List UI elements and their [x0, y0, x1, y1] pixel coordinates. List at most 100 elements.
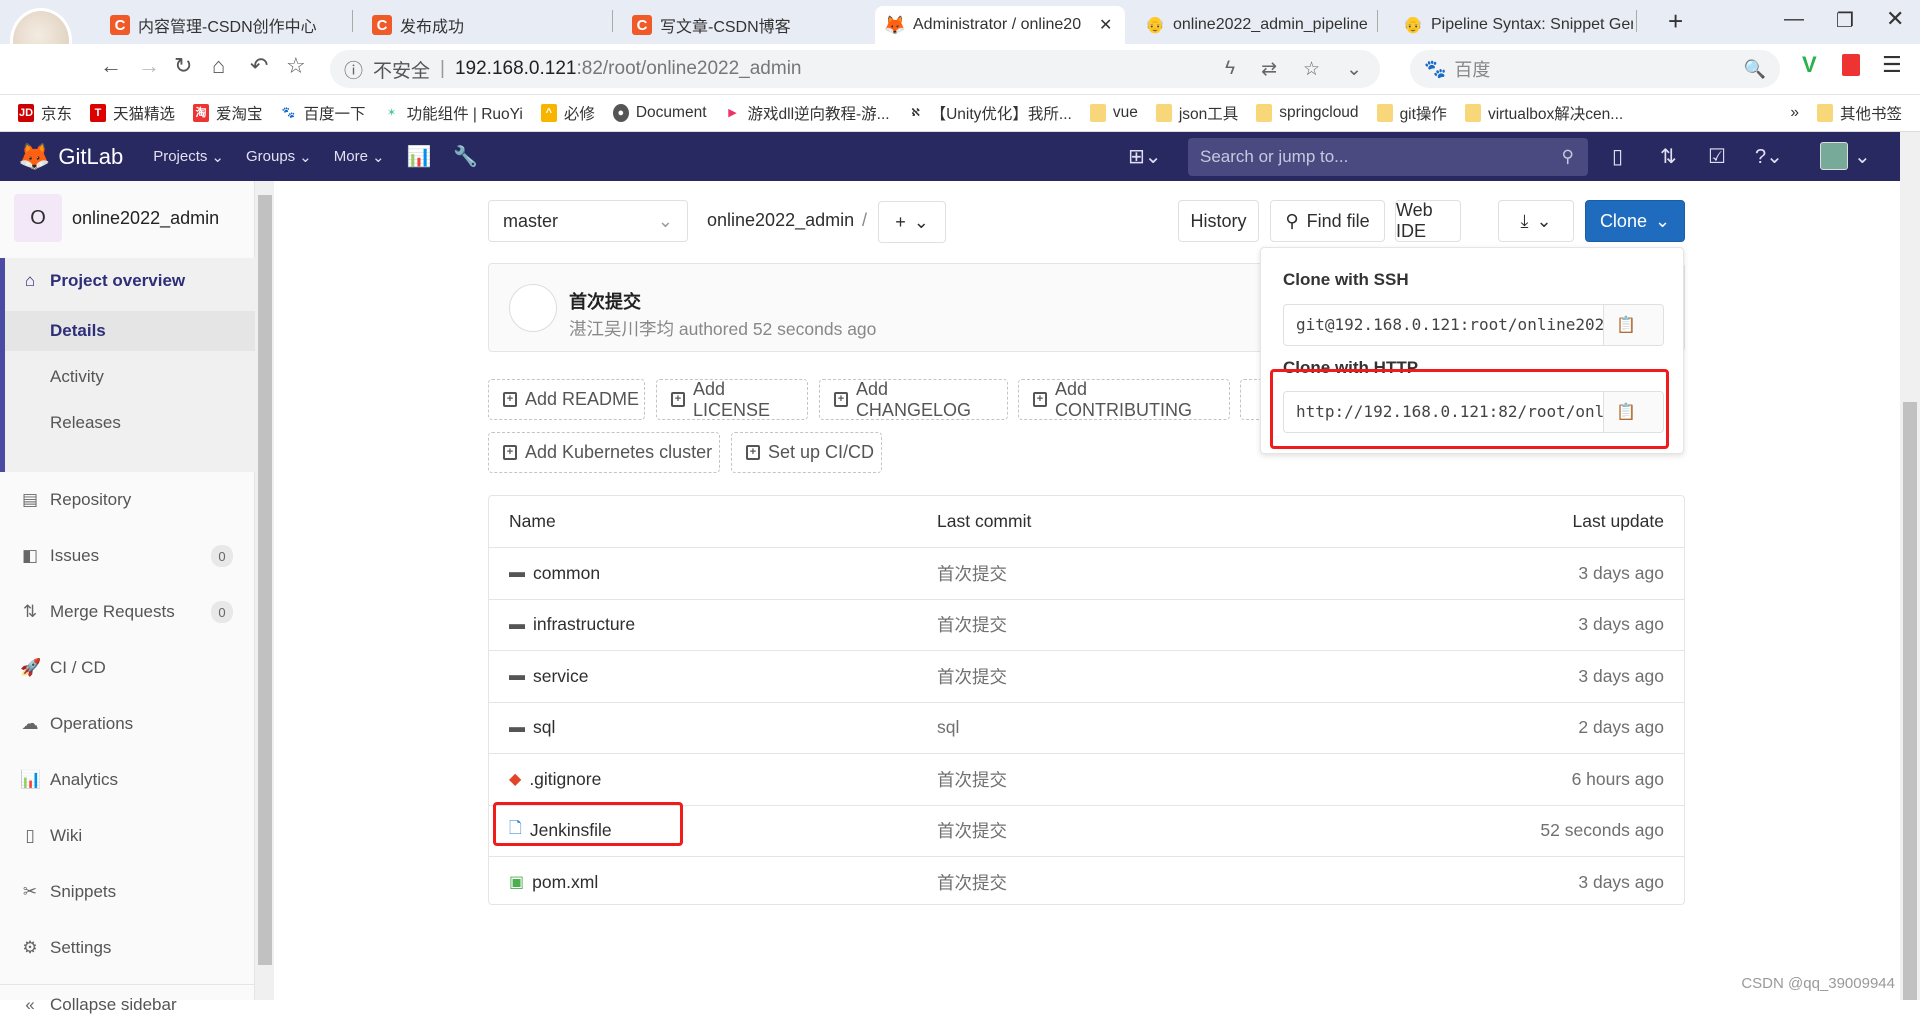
browser-tab[interactable]: C 写文章-CSDN博客 — [622, 6, 872, 44]
sidebar-item-analytics[interactable]: 📊 Analytics — [0, 757, 255, 803]
bookmark-folder[interactable]: springcloud — [1256, 104, 1359, 122]
bookmark[interactable]: 淘爱淘宝 — [193, 102, 263, 124]
bookmark[interactable]: ▶ 游戏dll逆向教程-游... — [724, 102, 890, 124]
undo-icon[interactable]: ↶ — [250, 53, 268, 79]
gitlab-search-input[interactable]: Search or jump to... ⚲ — [1188, 138, 1588, 176]
close-tab-icon[interactable]: ✕ — [1099, 15, 1112, 35]
more-bookmarks-icon[interactable]: » — [1790, 104, 1799, 122]
project-avatar[interactable]: O — [14, 194, 62, 242]
add-license-button[interactable]: + Add LICENSE — [656, 379, 808, 420]
history-button[interactable]: History — [1178, 200, 1259, 242]
star-icon[interactable]: ☆ — [286, 53, 306, 79]
bookmark[interactable]: ^ 必修 — [540, 102, 595, 124]
bookmark[interactable]: 🐾 百度一下 — [280, 102, 366, 124]
file-name-link[interactable]: ▬ sql — [509, 717, 555, 738]
issues-icon[interactable]: ▯ — [1612, 144, 1623, 169]
bookmark[interactable]: ✶ 功能组件 | RuoYi — [383, 102, 523, 124]
back-icon[interactable]: ← — [100, 53, 122, 79]
bookmark-folder[interactable]: git操作 — [1376, 102, 1447, 124]
help-icon[interactable]: ?⌄ — [1755, 144, 1783, 169]
bookmark-folder[interactable]: vue — [1089, 104, 1138, 122]
branch-select[interactable]: master ⌄ — [488, 200, 688, 242]
table-row[interactable]: ▬ service 首次提交 3 days ago — [489, 650, 1684, 701]
bookmark[interactable]: ℵ 【Unity优化】我所... — [907, 102, 1072, 124]
search-icon[interactable]: 🔍 — [1744, 59, 1780, 80]
sidebar-item-settings[interactable]: ⚙ Settings — [0, 925, 255, 971]
bookmark[interactable]: T 天猫精选 — [90, 102, 175, 124]
browser-tab[interactable]: 👴 online2022_admin_pipeline — [1135, 6, 1375, 44]
table-row[interactable]: ▬ common 首次提交 3 days ago — [489, 547, 1684, 598]
file-name-link[interactable]: ◆ .gitignore — [509, 769, 601, 790]
nav-groups[interactable]: Groups ⌄ — [246, 148, 312, 166]
translate-icon[interactable]: ⇄ — [1261, 58, 1277, 81]
table-row[interactable]: ▣ pom.xml 首次提交 3 days ago — [489, 856, 1684, 907]
clone-button[interactable]: Clone ⌄ — [1585, 200, 1685, 242]
add-kubernetes-cluster-button[interactable]: + Add Kubernetes cluster — [488, 432, 720, 473]
bookmark[interactable]: JD 京东 — [18, 102, 72, 124]
close-window-icon[interactable]: ✕ — [1886, 6, 1904, 32]
gitlab-logo-icon[interactable]: 🦊 — [18, 141, 50, 172]
download-dropdown[interactable]: ⤓ ⌄ — [1498, 200, 1574, 242]
web-ide-button[interactable]: Web IDE — [1395, 200, 1461, 242]
last-commit-link[interactable]: sql — [937, 717, 959, 738]
setup-ci-cd-button[interactable]: + Set up CI/CD — [731, 432, 882, 473]
wrench-icon[interactable]: 🔧 — [453, 144, 478, 169]
collapse-sidebar-button[interactable]: «Collapse sidebar — [0, 984, 255, 1024]
sidebar-item-project-overview[interactable]: ⌂ Project overview — [0, 258, 255, 304]
other-bookmarks[interactable]: 其他书签 — [1816, 102, 1920, 124]
chevron-down-icon[interactable]: ⌄ — [1854, 144, 1871, 169]
menu-icon[interactable]: ☰ — [1882, 52, 1902, 78]
url-field[interactable]: ⓘ 不安全 | 192.168.0.121:82/root/online2022… — [330, 50, 1380, 88]
user-avatar[interactable] — [1820, 142, 1848, 170]
merge-requests-icon[interactable]: ⇅ — [1660, 144, 1677, 169]
bookmark[interactable]: ● Document — [612, 104, 707, 122]
home-icon[interactable]: ⌂ — [212, 53, 225, 79]
last-commit-link[interactable]: 首次提交 — [937, 870, 1007, 895]
vue-devtools-icon[interactable]: V — [1802, 52, 1817, 78]
pdf-icon[interactable] — [1842, 54, 1860, 76]
find-file-button[interactable]: ⚲ Find file — [1270, 200, 1385, 242]
file-name-link[interactable]: ▬ common — [509, 563, 600, 584]
nav-more[interactable]: More ⌄ — [334, 148, 385, 166]
sidebar-item-details[interactable]: Details — [5, 311, 255, 351]
browser-tab[interactable]: C 发布成功 — [362, 6, 612, 44]
add-readme-button[interactable]: + Add README — [488, 379, 645, 420]
last-commit-link[interactable]: 首次提交 — [937, 664, 1007, 689]
sidebar-item-snippets[interactable]: ✂ Snippets — [0, 869, 255, 915]
sidebar-item-activity[interactable]: Activity — [0, 357, 255, 397]
sidebar-item-releases[interactable]: Releases — [0, 403, 255, 443]
last-commit-link[interactable]: 首次提交 — [937, 612, 1007, 637]
sidebar-item-repository[interactable]: ▤ Repository — [0, 477, 255, 523]
last-commit-link[interactable]: 首次提交 — [937, 818, 1007, 843]
commit-author[interactable]: 湛江吴川李均 — [569, 319, 674, 339]
repo-path-breadcrumb[interactable]: online2022_admin — [707, 210, 854, 231]
browser-search-input[interactable]: 🐾 百度 🔍 — [1410, 50, 1780, 88]
file-name-link[interactable]: ▬ infrastructure — [509, 614, 635, 635]
new-tab-icon[interactable]: + — [1668, 6, 1683, 37]
add-contributing-button[interactable]: + Add CONTRIBUTING — [1018, 379, 1230, 420]
commit-title[interactable]: 首次提交 — [569, 288, 641, 314]
table-row[interactable]: ▬ infrastructure 首次提交 3 days ago — [489, 598, 1684, 650]
sidebar-item-merge-requests[interactable]: ⇅ Merge Requests 0 — [0, 589, 255, 635]
todos-icon[interactable]: ☑ — [1708, 144, 1726, 169]
sidebar-item-operations[interactable]: ☁ Operations — [0, 701, 255, 747]
last-commit-link[interactable]: 首次提交 — [937, 561, 1007, 586]
sidebar-scrollbar-thumb[interactable] — [258, 195, 272, 965]
chevron-down-icon[interactable]: ⌄ — [1346, 58, 1362, 81]
bookmark-star-icon[interactable]: ☆ — [1303, 58, 1320, 81]
file-name-link[interactable]: ▬ service — [509, 666, 588, 687]
add-changelog-button[interactable]: + Add CHANGELOG — [819, 379, 1008, 420]
new-item-icon[interactable]: ⊞⌄ — [1128, 144, 1162, 169]
nav-projects[interactable]: Projects ⌄ — [153, 148, 224, 166]
restore-icon[interactable]: ❐ — [1836, 8, 1854, 33]
browser-tab[interactable]: 👴 Pipeline Syntax: Snippet Gen — [1393, 6, 1633, 44]
minimize-icon[interactable]: — — [1784, 8, 1804, 31]
page-scrollbar[interactable] — [1900, 132, 1920, 1000]
gitlab-brand[interactable]: GitLab — [58, 144, 123, 170]
last-commit-link[interactable]: 首次提交 — [937, 767, 1007, 792]
clone-ssh-input[interactable]: git@192.168.0.121:root/online2022_admin.… — [1283, 304, 1664, 346]
table-row[interactable]: ◆ .gitignore 首次提交 6 hours ago — [489, 753, 1684, 804]
sidebar-item-wiki[interactable]: ▯ Wiki — [0, 813, 255, 859]
forward-icon[interactable]: → — [138, 53, 160, 79]
project-name[interactable]: online2022_admin — [72, 208, 219, 229]
